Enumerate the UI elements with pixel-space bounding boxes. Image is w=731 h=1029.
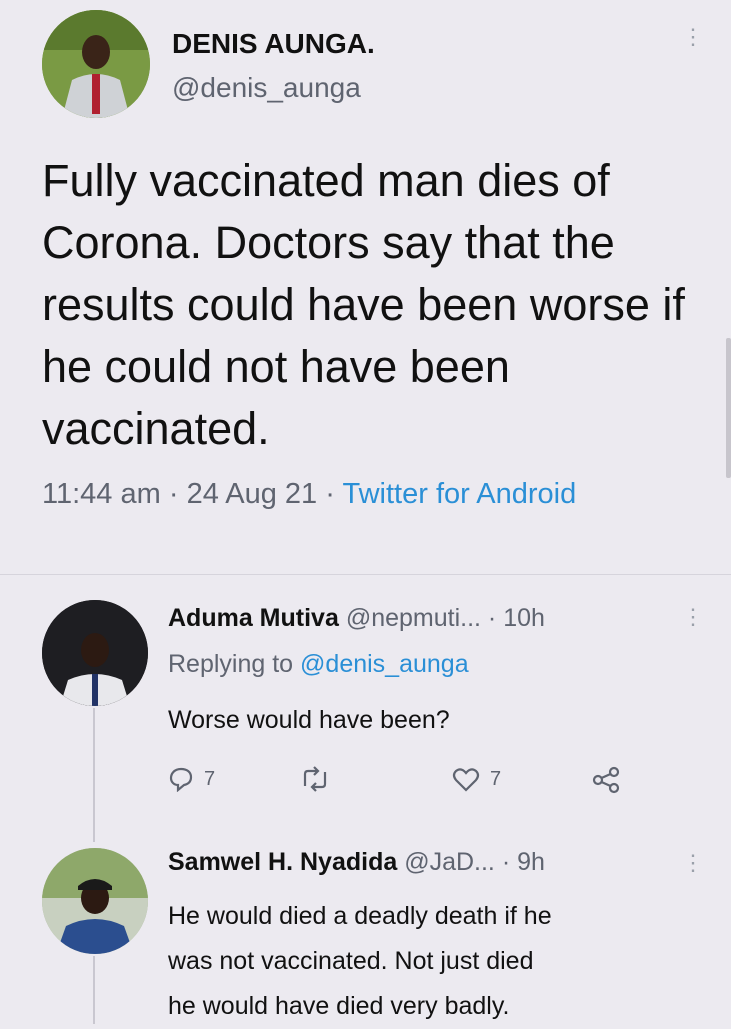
meta-separator: · <box>325 478 335 510</box>
author-handle[interactable]: @denis_aunga <box>172 72 361 104</box>
reply-header: Samwel H. Nyadida @JaD... · 9h <box>168 848 545 877</box>
reply-avatar[interactable] <box>42 848 148 954</box>
reply-text-line: was not vaccinated. Not just died <box>168 947 534 975</box>
author-avatar[interactable] <box>42 10 150 118</box>
tweet-meta: 11:44 am · 24 Aug 21 · Twitter for Andro… <box>42 478 576 511</box>
more-vertical-icon[interactable]: ⋮ <box>682 26 704 48</box>
heart-icon <box>452 768 480 792</box>
reply-icon <box>169 767 193 792</box>
tweet-text: Fully vaccinated man dies of Corona. Doc… <box>42 155 685 454</box>
reply-text: He would died a deadly death if he was n… <box>168 894 552 1029</box>
reply-author-handle[interactable]: @JaD... <box>404 848 495 876</box>
replying-prefix: Replying to <box>168 650 294 678</box>
reply-action[interactable]: 7 <box>168 766 215 792</box>
reply-age: · 10h <box>487 604 545 632</box>
reply-text-line: he would have died very badly. <box>168 992 510 1020</box>
reply-text-line: He would died a deadly death if he <box>168 902 552 930</box>
thread-line <box>93 956 95 1024</box>
thread-line <box>93 708 95 842</box>
tweet-time: 11:44 am <box>42 478 161 510</box>
reply-avatar[interactable] <box>42 600 148 706</box>
more-vertical-icon[interactable]: ⋮ <box>682 852 704 874</box>
scrollbar[interactable] <box>726 338 731 478</box>
meta-separator: · <box>168 478 179 510</box>
share-action[interactable] <box>592 766 620 794</box>
reply-author-name[interactable]: Samwel H. Nyadida <box>168 848 397 876</box>
reply-age: · 9h <box>501 848 545 876</box>
more-vertical-icon[interactable]: ⋮ <box>682 606 704 628</box>
reply-count: 7 <box>204 767 216 790</box>
like-action[interactable]: 7 <box>452 766 501 792</box>
reply-header: Aduma Mutiva @nepmuti... · 10h <box>168 604 545 633</box>
replying-to-handle[interactable]: @denis_aunga <box>300 650 469 678</box>
author-name[interactable]: DENIS AUNGA. <box>172 28 375 60</box>
retweet-action[interactable] <box>300 766 340 792</box>
tweet-source[interactable]: Twitter for Android <box>342 478 576 510</box>
tweet-date: 24 Aug 21 <box>186 478 318 510</box>
reply-author-handle[interactable]: @nepmuti... <box>346 604 481 632</box>
reply-text: Worse would have been? <box>168 706 450 734</box>
reply-actions: 7 7 <box>168 766 638 798</box>
divider <box>0 574 731 575</box>
like-count: 7 <box>490 767 502 790</box>
retweet-icon <box>303 766 327 792</box>
reply-author-name[interactable]: Aduma Mutiva <box>168 604 339 632</box>
replying-to: Replying to @denis_aunga <box>168 650 469 679</box>
share-icon <box>592 766 620 794</box>
